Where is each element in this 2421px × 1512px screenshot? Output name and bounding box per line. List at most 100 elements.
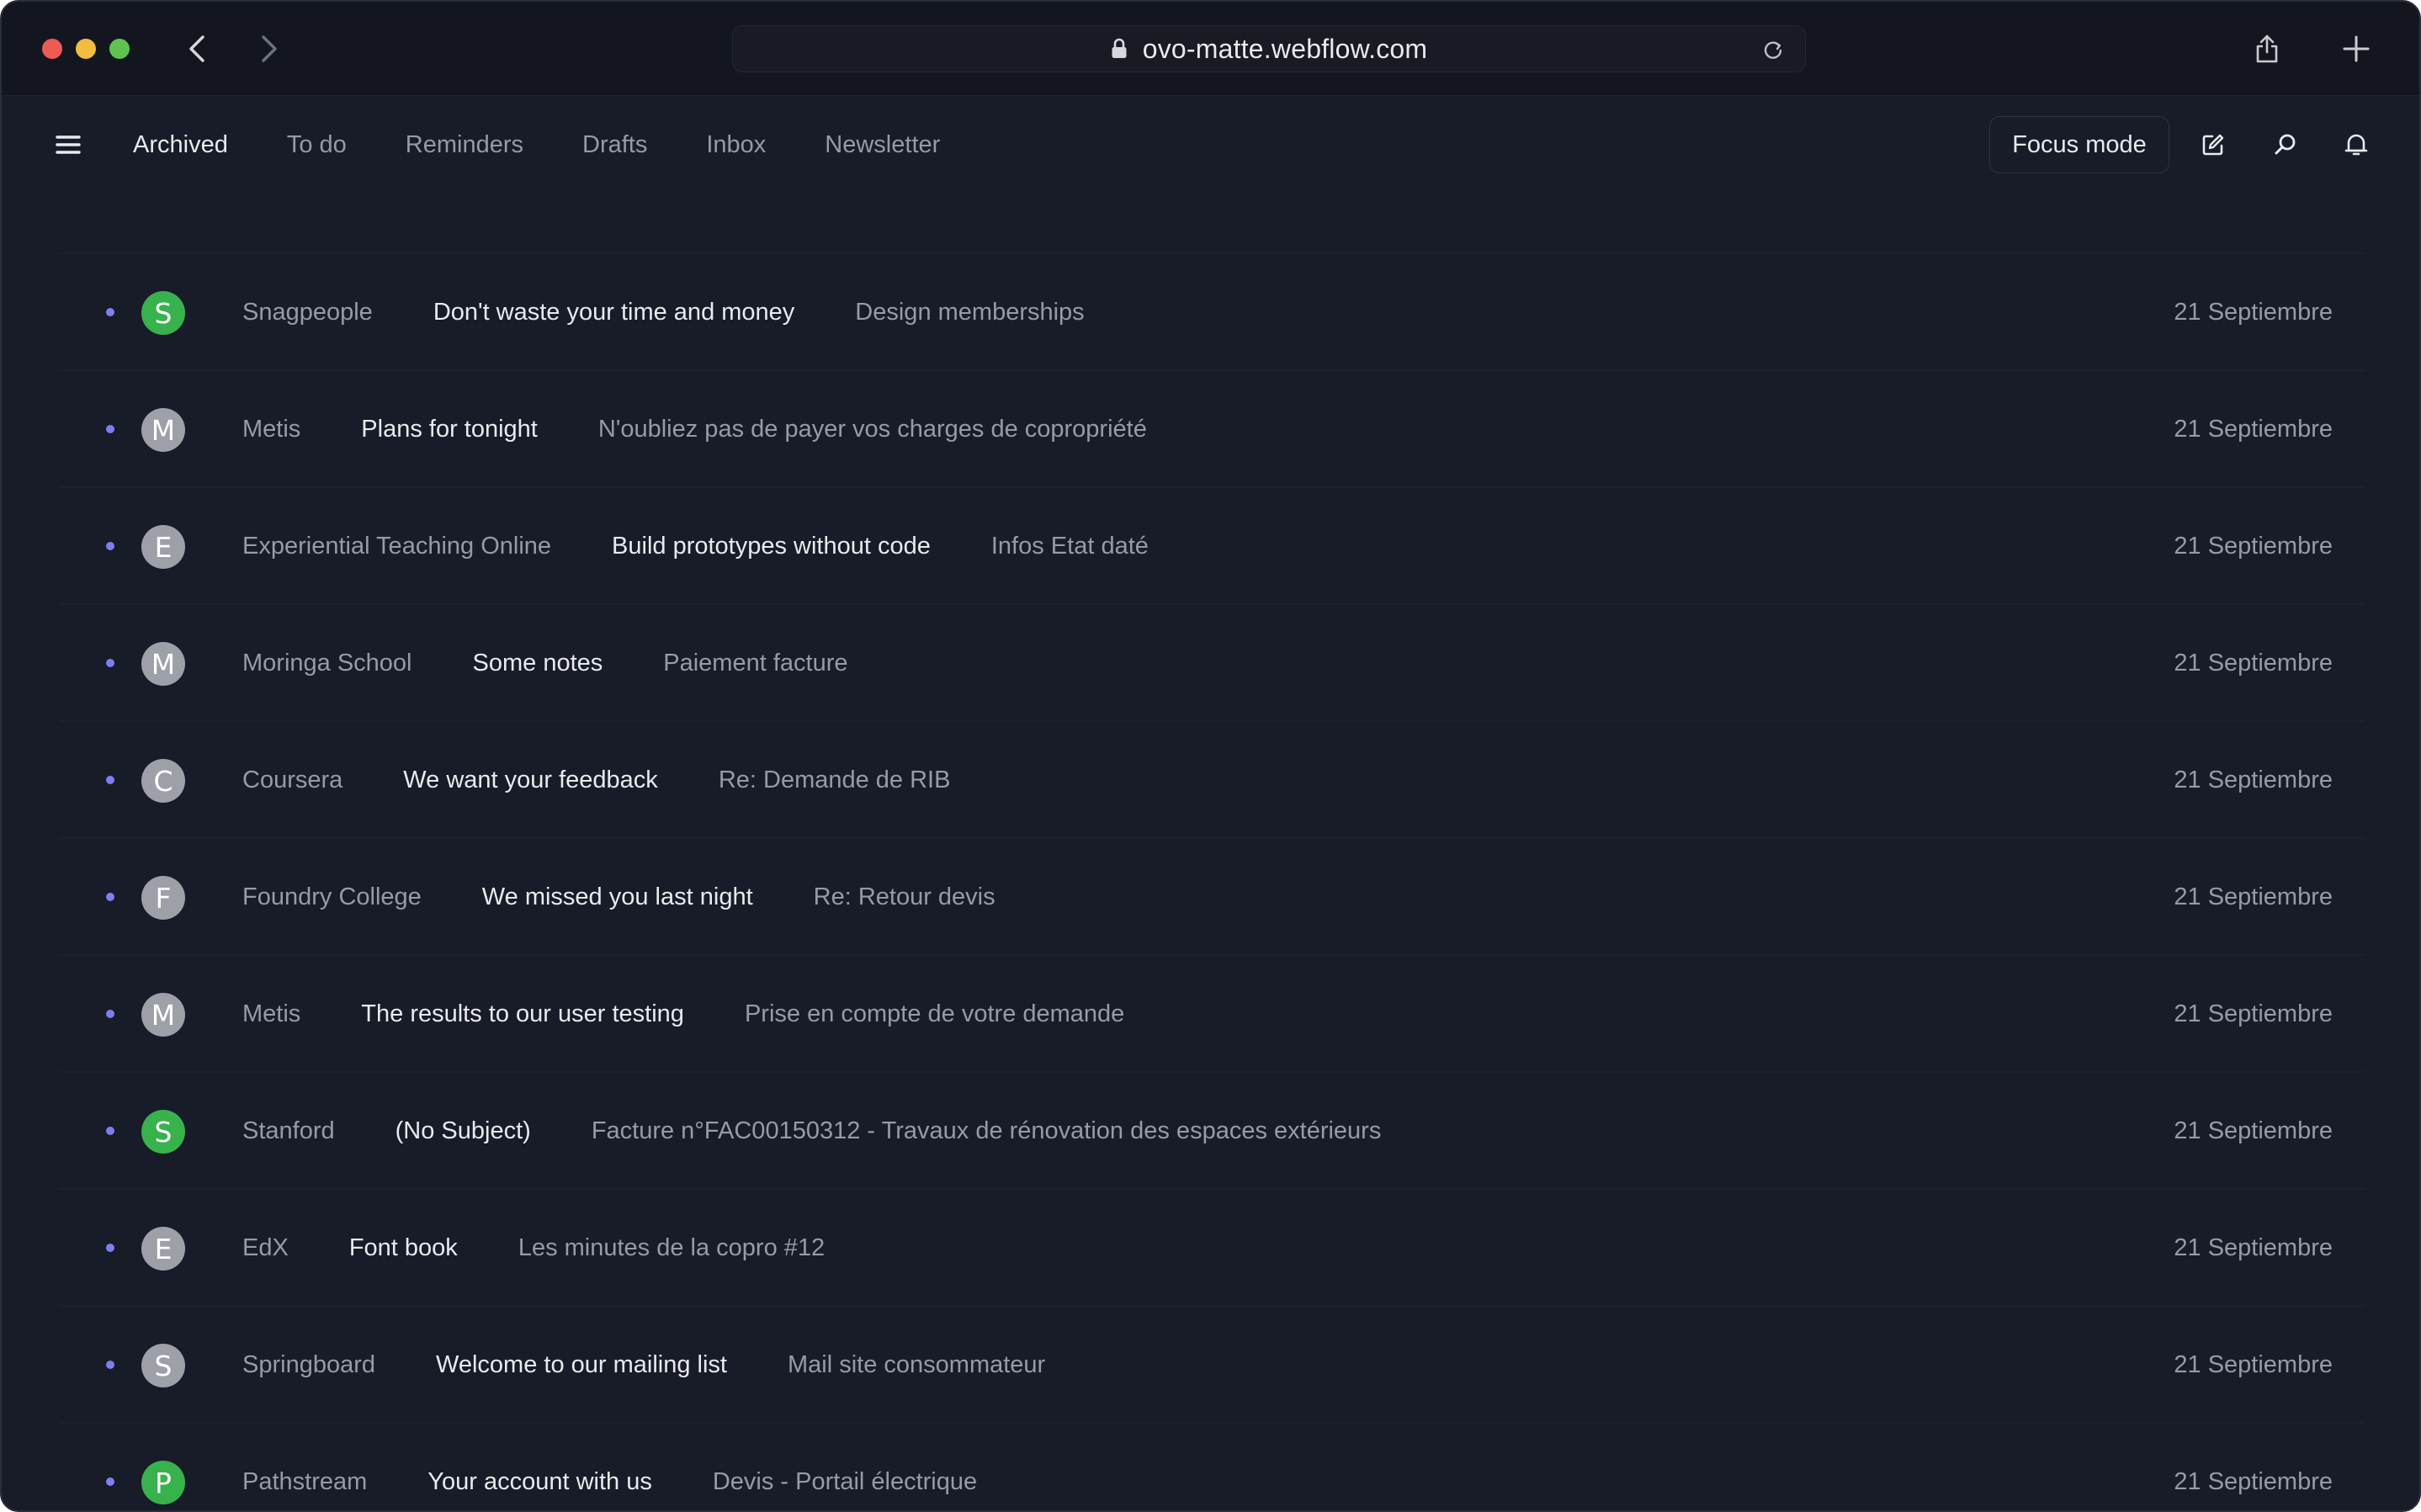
mail-date: 21 Septiembre [2174, 1468, 2333, 1495]
unread-dot [106, 308, 114, 316]
mail-row[interactable]: M Metis Plans for tonight N'oubliez pas de … [59, 369, 2365, 486]
mailbox-tabs: Archived To do Reminders Drafts Inbox Ne… [133, 126, 999, 163]
mail-row[interactable]: E EdX Font book Les minutes de la copro #12… [59, 1188, 2365, 1305]
compose-button[interactable] [2198, 130, 2228, 160]
mail-subject: The results to our user testing [361, 1000, 684, 1027]
mail-subject: Build prototypes without code [612, 533, 931, 560]
mail-row[interactable]: M Metis The results to our user testing Pri… [59, 954, 2365, 1071]
mail-date: 21 Septiembre [2174, 416, 2333, 443]
mail-row[interactable]: C Coursera We want your feedback Re: Demand… [59, 720, 2365, 837]
mail-date: 21 Septiembre [2174, 533, 2333, 560]
mail-date: 21 Septiembre [2174, 1000, 2333, 1027]
compose-icon [2202, 134, 2224, 156]
tab-to-do[interactable]: To do [287, 126, 377, 163]
mail-row[interactable]: P Pathstream Your account with us Devis - P… [59, 1422, 2365, 1510]
mail-subject: Font book [348, 1234, 458, 1261]
mail-preview: Prise en compte de votre demande [744, 1000, 1125, 1027]
mail-row[interactable]: E Experiential Teaching Online Build proto… [59, 486, 2365, 603]
unread-dot [106, 1478, 114, 1486]
mail-sender: Moringa School [242, 650, 412, 676]
zoom-window-button[interactable] [109, 39, 130, 59]
unread-dot [106, 425, 114, 433]
mail-subject: We want your feedback [403, 767, 658, 793]
mail-date: 21 Septiembre [2174, 1234, 2333, 1261]
mail-subject: Plans for tonight [361, 416, 538, 443]
mail-sender: Metis [242, 1000, 301, 1027]
tab-archived[interactable]: Archived [133, 126, 258, 163]
avatar: F [141, 876, 185, 920]
mail-list: S Snagpeople Don't waste your time and mon… [59, 252, 2365, 1510]
tab-newsletter[interactable]: Newsletter [825, 126, 970, 163]
chevron-left-icon [189, 35, 204, 62]
avatar: S [141, 1110, 185, 1154]
avatar: M [141, 642, 185, 686]
tab-inbox[interactable]: Inbox [706, 126, 796, 163]
avatar: C [141, 759, 185, 803]
tab-reminders[interactable]: Reminders [406, 126, 554, 163]
bell-icon [2344, 134, 2368, 156]
unread-dot [106, 1127, 114, 1135]
chevron-right-icon [262, 35, 277, 62]
mail-preview: Infos Etat daté [990, 533, 1149, 560]
menu-icon[interactable] [56, 135, 81, 155]
mail-summary: EdX Font book Les minutes de la copro #12 [242, 1190, 825, 1307]
mail-preview: N'oubliez pas de payer vos charges de co… [597, 416, 1147, 443]
new-tab-button[interactable] [2338, 30, 2375, 67]
avatar: S [141, 291, 185, 335]
mail-date: 21 Septiembre [2174, 1351, 2333, 1378]
avatar: E [141, 1227, 185, 1271]
avatar: P [141, 1461, 185, 1504]
unread-dot [106, 542, 114, 550]
mail-preview: Mail site consommateur [787, 1351, 1046, 1378]
mail-row[interactable]: M Moringa School Some notes Paiement factur… [59, 603, 2365, 720]
mail-sender: EdX [242, 1234, 289, 1261]
mail-preview: Re: Demande de RIB [718, 767, 951, 793]
mail-sender: Snagpeople [242, 299, 373, 326]
mail-date: 21 Septiembre [2174, 650, 2333, 676]
share-button[interactable] [2248, 30, 2286, 67]
mail-row[interactable]: S Snagpeople Don't waste your time and mon… [59, 252, 2365, 369]
avatar: M [141, 993, 185, 1037]
avatar: M [141, 408, 185, 452]
share-icon [2256, 34, 2278, 63]
mail-preview: Re: Retour devis [813, 883, 995, 910]
mail-row[interactable]: F Foundry College We missed you last night… [59, 837, 2365, 954]
search-button[interactable] [2270, 130, 2301, 160]
mail-subject: (No Subject) [395, 1117, 531, 1144]
forward-button[interactable] [252, 32, 286, 66]
mail-preview: Paiement facture [663, 650, 848, 676]
lock-icon [1112, 38, 1127, 58]
mail-subject: Welcome to our mailing list [436, 1351, 727, 1378]
browser-chrome: ovo-matte.webflow.com [2, 2, 2419, 96]
close-window-button[interactable] [42, 39, 62, 59]
mail-sender: Pathstream [242, 1468, 368, 1495]
mail-preview: Design memberships [855, 299, 1085, 326]
search-icon [2275, 134, 2296, 155]
unread-dot [106, 776, 114, 784]
minimize-window-button[interactable] [76, 39, 96, 59]
mail-row[interactable]: S Stanford (No Subject) Facture n°FAC001503… [59, 1071, 2365, 1188]
mail-sender: Coursera [242, 767, 343, 793]
mail-summary: Stanford (No Subject) Facture n°FAC0015031… [242, 1073, 1381, 1190]
focus-mode-button[interactable]: Focus mode [1989, 116, 2169, 173]
mail-date: 21 Septiembre [2174, 299, 2333, 326]
unread-dot [106, 659, 114, 667]
mail-preview: Les minutes de la copro #12 [518, 1234, 826, 1261]
mail-sender: Experiential Teaching Online [242, 533, 552, 560]
unread-dot [106, 1010, 114, 1018]
back-button[interactable] [180, 32, 214, 66]
mail-subject: Some notes [472, 650, 603, 676]
browser-window: ovo-matte.webflow.com Archived To do Rem… [0, 0, 2421, 1512]
unread-dot [106, 893, 114, 901]
mail-summary: Snagpeople Don't waste your time and mone… [242, 254, 1085, 371]
mail-summary: Moringa School Some notes Paiement facture [242, 605, 848, 722]
mail-summary: Coursera We want your feedback Re: Demande… [242, 722, 950, 839]
notifications-button[interactable] [2341, 130, 2371, 160]
reload-icon[interactable] [1761, 38, 1785, 61]
address-bar[interactable]: ovo-matte.webflow.com [732, 25, 1806, 72]
app-toolbar: Archived To do Reminders Drafts Inbox Ne… [2, 96, 2419, 192]
mail-sender: Stanford [242, 1117, 335, 1144]
tab-drafts[interactable]: Drafts [582, 126, 677, 163]
url-text: ovo-matte.webflow.com [1142, 33, 1428, 64]
mail-row[interactable]: S Springboard Welcome to our mailing list M… [59, 1305, 2365, 1422]
